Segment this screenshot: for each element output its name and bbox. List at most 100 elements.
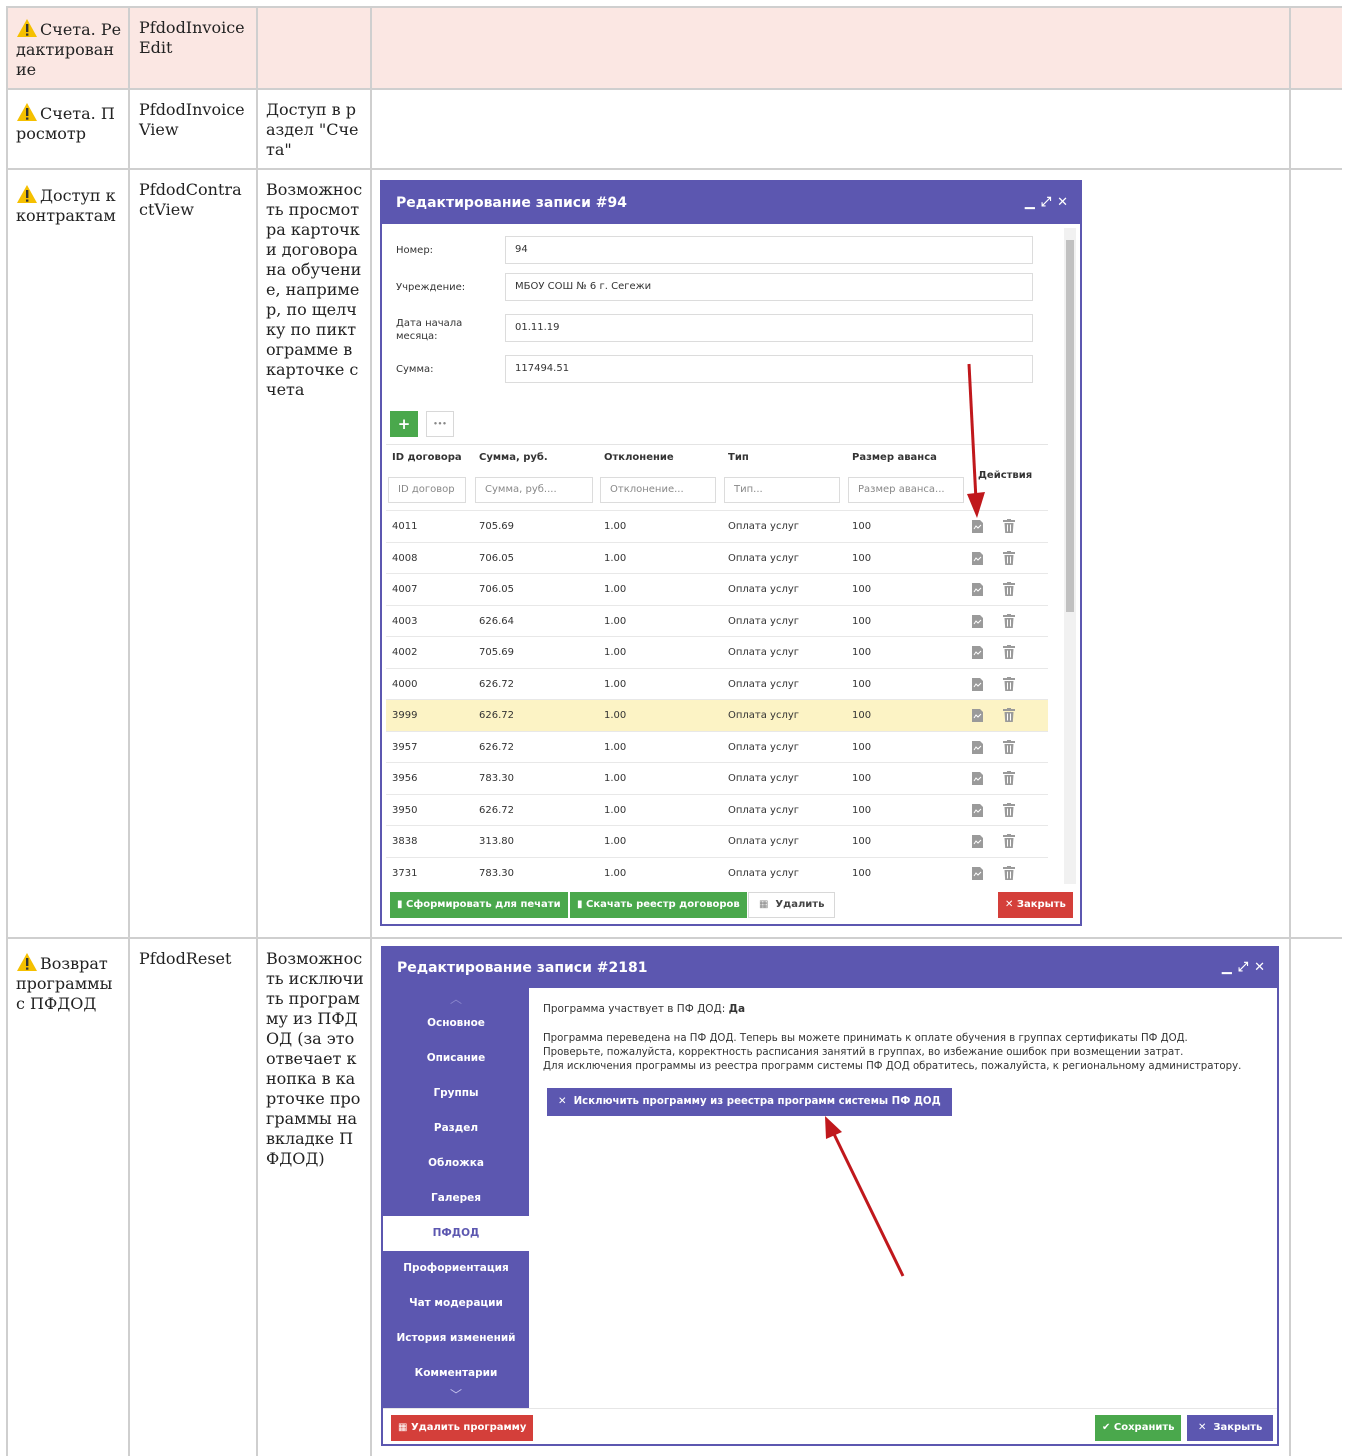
contract-document-icon[interactable]: [972, 646, 983, 659]
sum-field[interactable]: 117494.51: [505, 355, 1033, 383]
cell-id: 3956: [392, 773, 418, 784]
filter-advance[interactable]: Размер аванса...: [848, 477, 964, 503]
tabs-sidebar: ︿ Основное Описание Группы Раздел Обложка Гал…: [383, 988, 529, 1408]
scroll-down-icon[interactable]: ﹀: [383, 1386, 529, 1403]
cell-id: 3838: [392, 836, 418, 847]
trash-icon[interactable]: [1003, 676, 1015, 691]
col-header-id[interactable]: ID договора: [392, 452, 462, 463]
filter-deviation[interactable]: Отклонение...: [600, 477, 716, 503]
contract-document-icon[interactable]: [972, 614, 983, 628]
trash-icon[interactable]: [1003, 519, 1015, 533]
scrollbar[interactable]: [1064, 228, 1076, 884]
contract-document-icon[interactable]: [972, 740, 983, 754]
download-registry-button[interactable]: ▮ Скачать реестр договоров: [570, 892, 747, 918]
table-row[interactable]: 3838 313.80 1.00 Оплата услуг 100: [386, 825, 1048, 857]
contract-document-icon[interactable]: [972, 772, 983, 785]
delete-button[interactable]: ▦ Удалить: [748, 892, 836, 918]
cell-deviation: 1.00: [604, 521, 627, 532]
table-row[interactable]: 3957 626.72 1.00 Оплата услуг 100: [386, 730, 1048, 763]
col-header-advance[interactable]: Размер аванса: [852, 452, 937, 463]
tab-item[interactable]: Чат модерации: [383, 1286, 529, 1321]
close-button[interactable]: ✕ Закрыть: [1187, 1415, 1274, 1441]
table-row[interactable]: 4003 626.64 1.00 Оплата услуг 100: [386, 604, 1048, 637]
cell-deviation: 1.00: [604, 867, 627, 879]
table-row[interactable]: 3731 783.30 1.00 Оплата услуг 100: [386, 856, 1048, 889]
filter-sum[interactable]: Сумма, руб....: [475, 477, 593, 503]
trash-icon[interactable]: [1003, 708, 1015, 722]
trash-icon[interactable]: [1003, 645, 1015, 659]
maximize-icon[interactable]: ⤢: [1041, 195, 1051, 210]
trash-icon[interactable]: [1003, 834, 1015, 848]
scrollbar-thumb[interactable]: [1066, 240, 1074, 612]
dialog-title: Редактирование записи #2181: [397, 960, 648, 976]
tab-item[interactable]: Группы: [383, 1076, 529, 1111]
cell-type: Оплата услуг: [728, 615, 800, 627]
trash-icon[interactable]: [1003, 771, 1015, 785]
contract-document-icon[interactable]: [972, 677, 983, 691]
row-2-name: Счета. Просмотр: [16, 103, 115, 143]
tab-item[interactable]: Основное: [383, 1006, 529, 1041]
tab-item[interactable]: Раздел: [383, 1111, 529, 1146]
contract-document-icon[interactable]: [972, 803, 983, 817]
month-start-field[interactable]: 01.11.19: [505, 314, 1033, 342]
table-row[interactable]: 4008 706.05 1.00 Оплата услуг 100: [386, 541, 1048, 574]
cell-deviation: 1.00: [604, 615, 627, 627]
trash-icon[interactable]: [1003, 802, 1015, 817]
grid-line: [1289, 6, 1291, 1456]
institution-field[interactable]: МБОУ СОШ № 6 г. Сегежи: [505, 273, 1033, 301]
row-3-desc: Возможность просмотра карточки договора …: [266, 180, 363, 399]
tab-item[interactable]: ПФДОД: [383, 1216, 529, 1251]
tab-item[interactable]: Профориентация: [383, 1251, 529, 1286]
table-row[interactable]: 4011 705.69 1.00 Оплата услуг 100: [386, 510, 1048, 542]
scroll-up-icon[interactable]: ︿: [383, 990, 529, 1007]
tab-item[interactable]: История изменений: [383, 1321, 529, 1356]
contract-document-icon[interactable]: [972, 835, 983, 848]
number-field[interactable]: 94: [505, 236, 1033, 264]
table-row[interactable]: 4002 705.69 1.00 Оплата услуг 100: [386, 636, 1048, 668]
tab-item[interactable]: Галерея: [383, 1181, 529, 1216]
close-icon[interactable]: ✕: [1057, 195, 1068, 210]
table-row[interactable]: 4000 626.72 1.00 Оплата услуг 100: [386, 667, 1048, 700]
tab-item[interactable]: Обложка: [383, 1146, 529, 1181]
add-button[interactable]: +: [390, 411, 418, 437]
cell-sum: 706.05: [479, 584, 514, 595]
row-2-code: PfdodInvoiceView: [139, 100, 245, 139]
filter-type[interactable]: Тип...: [724, 477, 840, 503]
contract-document-icon[interactable]: [972, 551, 983, 565]
save-button[interactable]: ✔ Сохранить: [1095, 1415, 1182, 1441]
col-header-deviation[interactable]: Отклонение: [604, 452, 674, 463]
trash-icon[interactable]: [1003, 582, 1015, 596]
cell-advance: 100: [852, 584, 872, 595]
print-button[interactable]: ▮ Сформировать для печати: [390, 892, 568, 918]
warning-icon: [17, 103, 37, 121]
contract-document-icon[interactable]: [972, 866, 983, 880]
contract-document-icon[interactable]: [972, 583, 983, 596]
cell-sum: 705.69: [479, 521, 514, 532]
more-button[interactable]: •••: [426, 411, 454, 437]
close-icon[interactable]: ✕: [1254, 960, 1265, 975]
trash-icon[interactable]: [1003, 865, 1015, 880]
close-button[interactable]: ✕ Закрыть: [998, 892, 1073, 918]
table-row[interactable]: 3999 626.72 1.00 Оплата услуг 100: [386, 699, 1048, 731]
tab-item[interactable]: Описание: [383, 1041, 529, 1076]
minimize-icon[interactable]: ▁: [1222, 960, 1232, 975]
trash-icon[interactable]: [1003, 739, 1015, 754]
delete-program-button[interactable]: ▦ Удалить программу: [391, 1415, 534, 1441]
maximize-icon[interactable]: ⤢: [1238, 960, 1248, 975]
table-row[interactable]: 4007 706.05 1.00 Оплата услуг 100: [386, 573, 1048, 605]
cell-id: 3731: [392, 867, 418, 879]
contract-document-icon[interactable]: [972, 709, 983, 722]
cell-deviation: 1.00: [604, 710, 627, 721]
cell-id: 4008: [392, 552, 418, 564]
table-row[interactable]: 3950 626.72 1.00 Оплата услуг 100: [386, 793, 1048, 826]
trash-icon[interactable]: [1003, 550, 1015, 565]
minimize-icon[interactable]: ▁: [1025, 195, 1035, 210]
grid-line: [6, 88, 1342, 90]
trash-icon[interactable]: [1003, 613, 1015, 628]
filter-id[interactable]: ID договор: [388, 477, 466, 503]
col-header-sum[interactable]: Сумма, руб.: [479, 452, 548, 463]
field-label-sum: Сумма:: [396, 364, 434, 375]
table-row[interactable]: 3956 783.30 1.00 Оплата услуг 100: [386, 762, 1048, 794]
row-2-desc: Доступ в раздел "Счета": [266, 100, 359, 159]
col-header-type[interactable]: Тип: [728, 452, 749, 463]
